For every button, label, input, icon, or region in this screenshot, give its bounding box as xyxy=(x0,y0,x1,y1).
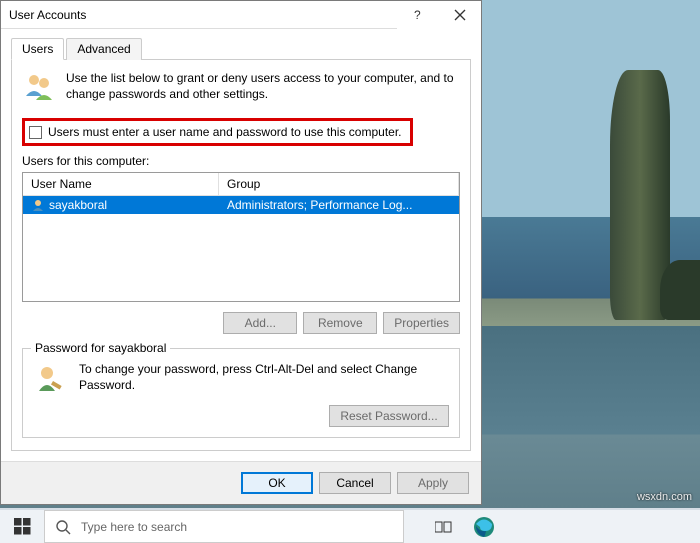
ok-button[interactable]: OK xyxy=(241,472,313,494)
intro-text: Use the list below to grant or deny user… xyxy=(66,70,460,104)
help-button[interactable]: ? xyxy=(397,1,439,29)
require-password-row: Users must enter a user name and passwor… xyxy=(22,118,413,146)
close-icon xyxy=(454,9,466,21)
edge-icon xyxy=(473,516,495,538)
require-password-checkbox[interactable] xyxy=(29,126,42,139)
user-row-name-cell: sayakboral xyxy=(23,197,219,213)
password-group-text: To change your password, press Ctrl-Alt-… xyxy=(79,361,449,393)
taskbar[interactable]: Type here to search xyxy=(0,508,700,543)
user-row-name: sayakboral xyxy=(49,198,107,212)
cancel-button[interactable]: Cancel xyxy=(319,472,391,494)
users-listview[interactable]: User Name Group sayakboral Administrator… xyxy=(22,172,460,302)
edge-button[interactable] xyxy=(464,510,504,543)
tab-users[interactable]: Users xyxy=(11,38,64,60)
user-accounts-dialog: User Accounts ? Users Advanced Use the l… xyxy=(0,0,482,505)
titlebar[interactable]: User Accounts ? xyxy=(1,1,481,29)
remove-button[interactable]: Remove xyxy=(303,312,377,334)
user-icon xyxy=(31,198,45,212)
dialog-body: Users Advanced Use the list below to gra… xyxy=(1,29,481,461)
reset-password-button[interactable]: Reset Password... xyxy=(329,405,449,427)
search-icon xyxy=(55,519,71,535)
window-title: User Accounts xyxy=(1,8,397,22)
user-row-group: Administrators; Performance Log... xyxy=(219,197,459,213)
task-view-button[interactable] xyxy=(424,510,464,543)
users-list-label: Users for this computer: xyxy=(22,154,460,168)
start-button[interactable] xyxy=(0,510,44,543)
add-button[interactable]: Add... xyxy=(223,312,297,334)
intro-row: Use the list below to grant or deny user… xyxy=(22,70,460,104)
windows-icon xyxy=(14,518,31,535)
users-icon xyxy=(22,70,56,104)
close-button[interactable] xyxy=(439,1,481,29)
search-placeholder: Type here to search xyxy=(81,520,187,534)
keys-icon xyxy=(33,361,67,395)
require-password-label: Users must enter a user name and passwor… xyxy=(48,125,402,139)
task-view-icon xyxy=(435,520,453,534)
help-icon: ? xyxy=(412,9,424,21)
tab-advanced[interactable]: Advanced xyxy=(66,38,141,60)
watermark-text: wsxdn.com xyxy=(637,491,692,503)
tab-content-users: Use the list below to grant or deny user… xyxy=(11,60,471,451)
tab-strip: Users Advanced xyxy=(11,37,471,60)
password-groupbox: Password for sayakboral To change your p… xyxy=(22,348,460,438)
column-username[interactable]: User Name xyxy=(23,173,219,195)
dialog-footer: OK Cancel Apply xyxy=(1,461,481,504)
taskbar-search[interactable]: Type here to search xyxy=(44,510,404,543)
column-group[interactable]: Group xyxy=(219,173,459,195)
properties-button[interactable]: Properties xyxy=(383,312,460,334)
apply-button[interactable]: Apply xyxy=(397,472,469,494)
user-button-row: Add... Remove Properties xyxy=(22,312,460,334)
user-row[interactable]: sayakboral Administrators; Performance L… xyxy=(23,196,459,214)
password-group-title: Password for sayakboral xyxy=(31,341,170,355)
wallpaper-rock2 xyxy=(660,260,700,320)
listview-header: User Name Group xyxy=(23,173,459,196)
svg-text:?: ? xyxy=(414,9,421,21)
